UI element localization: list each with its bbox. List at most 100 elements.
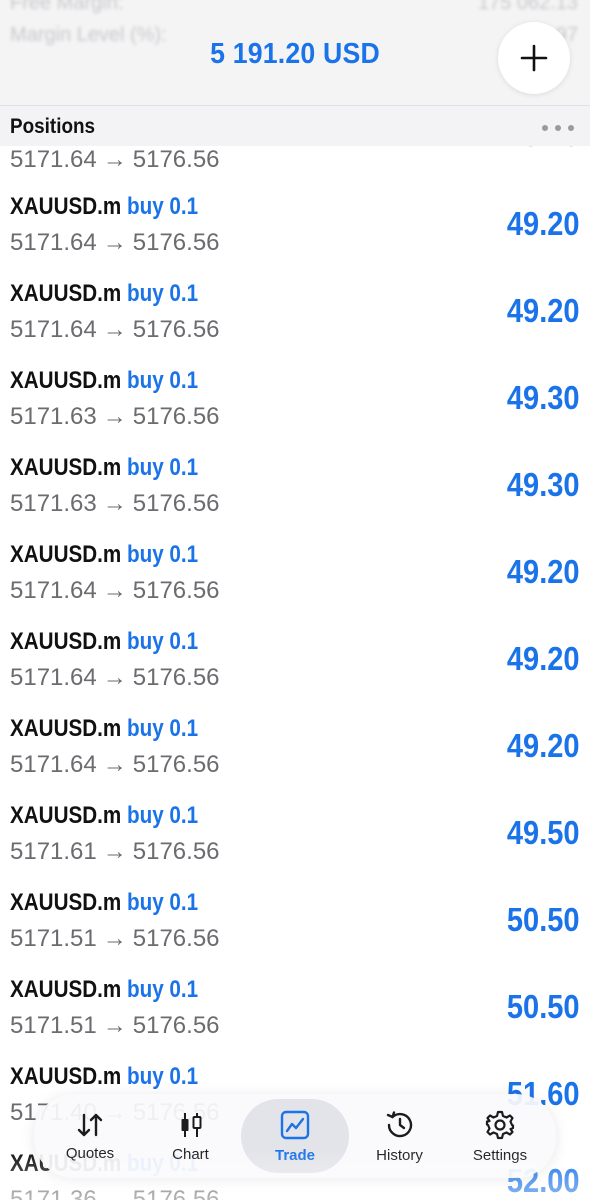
price-arrow: → [102, 664, 127, 691]
price-arrow: → [102, 1012, 127, 1039]
quotes-arrows-icon [77, 1113, 103, 1136]
position-prices: 5171.64 → 5176.56 [10, 664, 220, 692]
tab-chart[interactable]: Chart [141, 1099, 241, 1173]
position-side-volume: buy 0.1 [126, 889, 199, 916]
position-profit: 49.20 [507, 727, 580, 764]
free-margin-value: 175 062.13 [477, 0, 578, 14]
position-prices: 5171.51 → 5176.56 [10, 1012, 220, 1040]
more-dots-icon[interactable] [542, 125, 574, 131]
position-prices: 5171.64 → 5176.56 [10, 229, 220, 257]
history-clock-icon [386, 1110, 412, 1137]
position-side-volume: buy 0.1 [126, 976, 199, 1003]
bottom-tab-bar: Quotes Chart Trade History Settings [34, 1094, 556, 1178]
price-arrow: → [102, 577, 127, 604]
current-price: 5176.56 [132, 577, 220, 604]
position-profit: 49.20 [507, 292, 580, 329]
position-prices: 5171.61 → 5176.56 [10, 838, 220, 866]
position-title: XAUUSD.m buy 0.1 [10, 1063, 198, 1091]
position-side-volume: buy 0.1 [126, 802, 199, 829]
position-title: XAUUSD.m buy 0.1 [10, 541, 198, 569]
tab-trade[interactable]: Trade [241, 1099, 349, 1173]
position-title: XAUUSD.m buy 0.1 [10, 976, 198, 1004]
tab-settings[interactable]: Settings [450, 1099, 550, 1173]
position-prices: 5171.63 → 5176.56 [10, 490, 220, 518]
position-side-volume: buy 0.1 [126, 1063, 199, 1090]
position-title: XAUUSD.m buy 0.1 [10, 889, 198, 917]
open-price: 5171.51 [10, 1012, 97, 1039]
position-symbol: XAUUSD.m [10, 889, 122, 916]
position-profit: 50.50 [507, 988, 580, 1025]
position-row[interactable]: XAUUSD.m buy 0.1 5171.64 → 5176.56 49.20 [0, 193, 590, 280]
open-price: 5171.61 [10, 838, 97, 865]
free-margin-label: Free Margin: [10, 0, 124, 14]
position-profit: 49.30 [507, 466, 580, 503]
price-arrow: → [102, 316, 127, 343]
price-arrow: → [102, 1186, 127, 1200]
position-side-volume: buy 0.1 [126, 454, 199, 481]
open-price: 5171.64 [10, 316, 97, 343]
position-row[interactable]: XAUUSD.m buy 0.1 5171.64 → 5176.56 49.20 [0, 541, 590, 628]
position-symbol: XAUUSD.m [10, 280, 122, 307]
price-arrow: → [102, 403, 127, 430]
position-symbol: XAUUSD.m [10, 628, 122, 655]
position-profit: 49.20 [507, 146, 580, 154]
open-price: 5171.64 [10, 664, 97, 691]
positions-list[interactable]: 5171.64→5176.56 49.20 XAUUSD.m buy 0.151… [0, 146, 590, 1200]
position-profit: 49.20 [507, 553, 580, 590]
tab-label: Trade [274, 1146, 316, 1164]
tab-label: Chart [172, 1145, 209, 1163]
position-profit: 49.50 [507, 814, 580, 851]
position-title: XAUUSD.m buy 0.1 [10, 628, 198, 656]
current-price: 5176.56 [132, 490, 220, 517]
position-prices: 5171.64 → 5176.56 [10, 751, 220, 779]
position-side-volume: buy 0.1 [126, 628, 199, 655]
tab-history[interactable]: History [350, 1099, 450, 1173]
position-symbol: XAUUSD.m [10, 1063, 122, 1090]
tab-quotes[interactable]: Quotes [40, 1099, 140, 1173]
position-row[interactable]: XAUUSD.m buy 0.1 5171.51 → 5176.56 50.50 [0, 889, 590, 976]
position-title: XAUUSD.m buy 0.1 [10, 454, 198, 482]
position-row[interactable]: XAUUSD.m buy 0.1 5171.61 → 5176.56 49.50 [0, 802, 590, 889]
position-title: XAUUSD.m buy 0.1 [10, 280, 198, 308]
open-price: 5171.36 [10, 1186, 97, 1200]
tab-label: Quotes [65, 1144, 115, 1162]
position-title: XAUUSD.m buy 0.1 [10, 193, 198, 221]
price-arrow: → [102, 490, 127, 517]
position-prices: 5171.64 → 5176.56 [10, 577, 220, 605]
position-side-volume: buy 0.1 [126, 715, 199, 742]
position-profit: 50.50 [507, 901, 580, 938]
position-row[interactable]: XAUUSD.m buy 0.1 5171.64 → 5176.56 49.20 [0, 280, 590, 367]
open-price: 5171.63 [10, 490, 97, 517]
position-row[interactable]: XAUUSD.m buy 0.1 5171.63 → 5176.56 49.30 [0, 367, 590, 454]
tab-label: Settings [472, 1146, 528, 1164]
position-profit: 49.20 [507, 640, 580, 677]
open-price: 5171.64 [10, 751, 97, 778]
trade-line-chart-icon [280, 1110, 310, 1139]
position-row[interactable]: XAUUSD.m buy 0.1 5171.64 → 5176.56 49.20 [0, 628, 590, 715]
current-price: 5176.56 [132, 751, 220, 778]
current-price: 5176.56 [132, 229, 220, 256]
candlestick-chart-icon [181, 1112, 201, 1137]
price-arrow: → [102, 751, 127, 778]
position-title: XAUUSD.m buy 0.1 [10, 802, 198, 830]
position-symbol: XAUUSD.m [10, 193, 122, 220]
account-balance[interactable]: 5 191.20 USD [24, 38, 567, 71]
position-row[interactable]: XAUUSD.m buy 0.1 5171.64 → 5176.56 49.20 [0, 715, 590, 802]
position-symbol: XAUUSD.m [10, 802, 122, 829]
price-arrow: → [102, 229, 127, 256]
position-side-volume: buy 0.1 [126, 367, 199, 394]
current-price: 5176.56 [132, 316, 220, 343]
open-price: 5171.64 [10, 577, 97, 604]
gear-icon [485, 1110, 515, 1139]
current-price: 5176.56 [132, 838, 220, 865]
position-row[interactable]: XAUUSD.m buy 0.1 5171.51 → 5176.56 50.50 [0, 976, 590, 1063]
open-price: 5171.64 [10, 229, 97, 256]
position-row[interactable]: XAUUSD.m buy 0.1 5171.63 → 5176.56 49.30 [0, 454, 590, 541]
position-prices: 5171.51 → 5176.56 [10, 925, 220, 953]
position-side-volume: buy 0.1 [126, 280, 199, 307]
position-profit: 49.20 [507, 205, 580, 242]
current-price: 5176.56 [132, 925, 220, 952]
new-order-button[interactable] [498, 22, 570, 94]
tab-label: History [376, 1146, 423, 1164]
position-prices: 5171.36 → 5176.56 [10, 1186, 220, 1200]
